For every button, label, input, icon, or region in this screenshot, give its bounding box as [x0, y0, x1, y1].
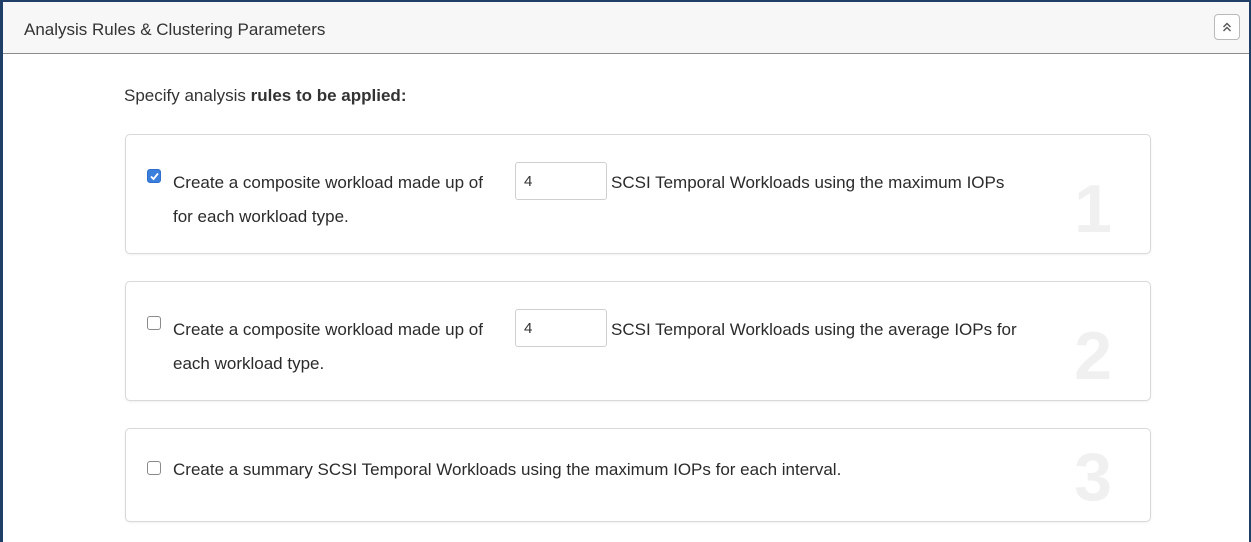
rule-2-text-after: SCSI Temporal Workloads using the averag… [611, 320, 1017, 339]
rule-3-text: Create a summary SCSI Temporal Workloads… [173, 460, 842, 479]
rule-number: 1 [1074, 171, 1112, 247]
analysis-rules-panel: Analysis Rules & Clustering Parameters S… [0, 0, 1251, 542]
rule-2-text-line2: each workload type. [173, 354, 325, 373]
rule-1-text-line2: for each workload type. [173, 207, 349, 226]
panel-header: Analysis Rules & Clustering Parameters [3, 2, 1249, 54]
rule-card-3: 3 Create a summary SCSI Temporal Workloa… [125, 428, 1151, 522]
rule-1-text-before: Create a composite workload made up of [173, 173, 483, 192]
rule-card-2: 2 Create a composite workload made up of… [125, 281, 1151, 401]
rules-intro: Specify analysis rules to be applied: [124, 86, 406, 106]
rule-1-text-after: SCSI Temporal Workloads using the maximu… [611, 173, 1005, 192]
double-chevron-up-icon [1221, 21, 1233, 33]
rule-3-checkbox[interactable] [147, 461, 161, 475]
rule-1-count-input[interactable] [515, 162, 607, 200]
panel-title: Analysis Rules & Clustering Parameters [24, 20, 326, 39]
checkmark-icon [150, 172, 159, 181]
rule-2-count-input[interactable] [515, 309, 607, 347]
rule-card-1: 1 Create a composite workload made up of… [125, 134, 1151, 254]
collapse-panel-button[interactable] [1214, 14, 1240, 40]
rule-number: 3 [1074, 439, 1112, 515]
intro-text: Specify analysis [124, 86, 251, 105]
intro-bold-text: rules to be applied: [250, 86, 407, 105]
rule-number: 2 [1074, 318, 1112, 394]
rule-1-checkbox[interactable] [147, 169, 161, 183]
rule-2-checkbox[interactable] [147, 316, 161, 330]
rule-2-text-before: Create a composite workload made up of [173, 320, 483, 339]
